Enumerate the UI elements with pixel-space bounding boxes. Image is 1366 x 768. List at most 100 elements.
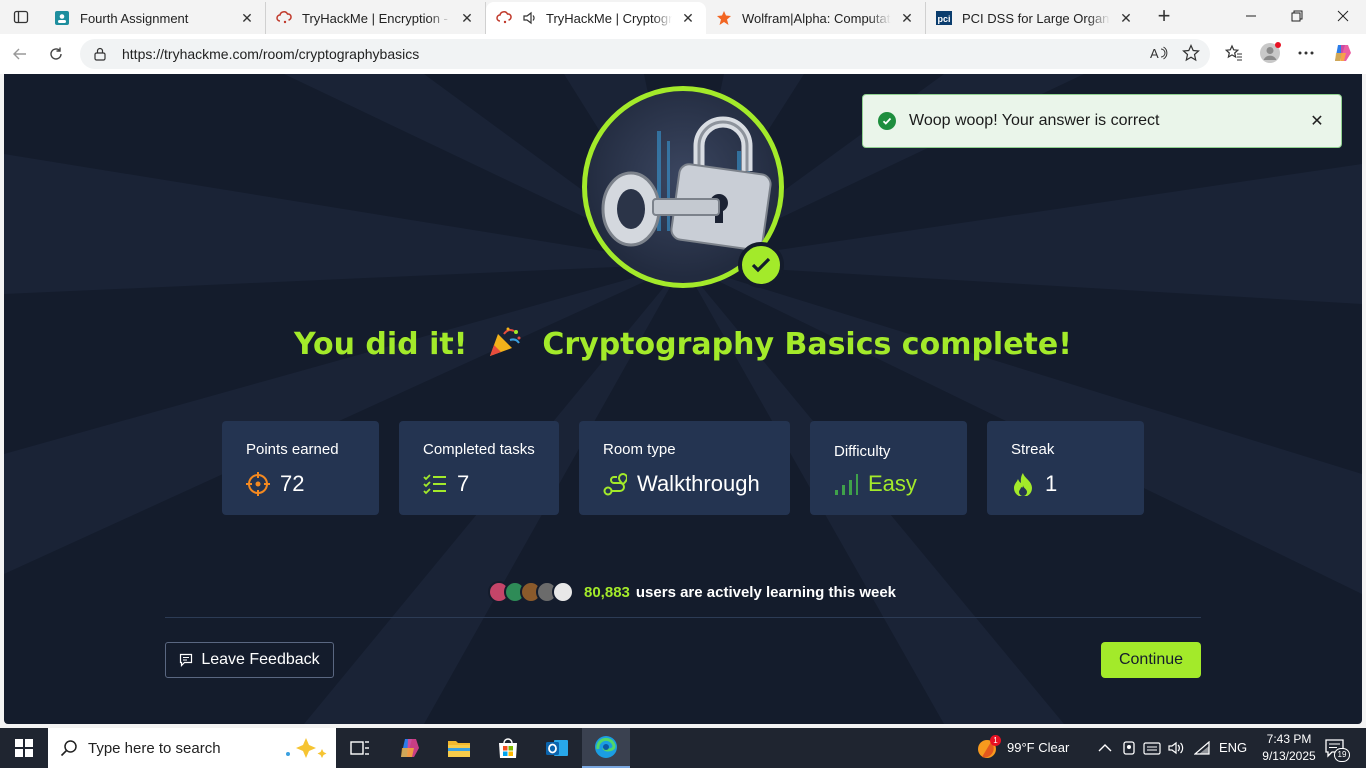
divider <box>165 617 1201 618</box>
windows-logo-icon <box>15 739 33 757</box>
completed-check-icon <box>738 242 784 288</box>
edge-browser-icon[interactable] <box>582 728 630 768</box>
tab-wolfram[interactable]: Wolfram|Alpha: Computationa ✕ <box>706 2 926 34</box>
signal-bars-icon <box>834 472 858 496</box>
favorite-star-icon[interactable] <box>1180 42 1202 64</box>
favorites-icon[interactable] <box>1223 42 1245 64</box>
continue-button[interactable]: Continue <box>1101 642 1201 678</box>
new-tab-button[interactable]: + <box>1152 3 1176 28</box>
stat-label: Completed tasks <box>423 441 535 458</box>
browser-toolbar: https://tryhackme.com/room/cryptographyb… <box>0 34 1366 74</box>
tab-cryptography-active[interactable]: TryHackMe | Cryptograph ✕ <box>486 2 706 34</box>
pci-icon: pci <box>936 10 952 26</box>
clock-time: 7:43 PM <box>1266 732 1312 746</box>
leave-feedback-button[interactable]: Leave Feedback <box>165 642 334 678</box>
profile-avatar-icon[interactable] <box>1259 42 1281 64</box>
meet-now-icon[interactable] <box>1119 738 1139 758</box>
active-learners: 80,883 users are actively learning this … <box>488 580 896 604</box>
microsoft-store-icon[interactable] <box>484 728 532 768</box>
clock-date: 9/13/2025 <box>1262 749 1316 763</box>
address-bar[interactable]: https://tryhackme.com/room/cryptographyb… <box>80 39 1210 69</box>
headline-start: You did it! <box>294 327 468 362</box>
feedback-icon <box>179 653 193 667</box>
stat-room-type: Room type Walkthrough <box>579 421 790 515</box>
success-toast: Woop woop! Your answer is correct ✕ <box>862 94 1342 148</box>
outlook-icon[interactable] <box>533 728 581 768</box>
tryhackme-icon <box>276 10 292 26</box>
stat-value-row: 1 <box>1011 471 1057 497</box>
volume-icon[interactable] <box>1166 738 1186 758</box>
stat-value-row: 7 <box>423 471 469 497</box>
tab-title: TryHackMe | Encryption - Cryp <box>302 10 451 26</box>
clock[interactable]: 7:43 PM 9/13/2025 <box>1258 731 1320 765</box>
stat-value: 7 <box>457 471 470 496</box>
language-indicator[interactable]: ENG <box>1219 740 1247 755</box>
copilot-app-icon[interactable] <box>386 728 434 768</box>
checklist-icon <box>423 472 447 496</box>
taskbar: Type here to search 1 99°F Clear ENG 7:4… <box>0 728 1366 768</box>
classroom-icon <box>54 10 70 26</box>
copilot-icon[interactable] <box>1332 42 1354 64</box>
show-hidden-icons-icon[interactable] <box>1095 738 1115 758</box>
close-tab-icon[interactable]: ✕ <box>680 10 696 26</box>
stat-value-row: Walkthrough <box>603 471 760 497</box>
close-tab-icon[interactable]: ✕ <box>239 10 255 26</box>
feedback-label: Leave Feedback <box>201 651 320 668</box>
weather-alert-badge: 1 <box>990 735 1001 746</box>
back-button[interactable] <box>8 42 32 66</box>
stat-streak: Streak 1 <box>987 421 1144 515</box>
tab-title: TryHackMe | Cryptograph <box>546 10 672 26</box>
completion-headline: You did it! Cryptography Basics complete… <box>4 326 1362 366</box>
target-icon <box>246 472 270 496</box>
tryhackme-icon <box>496 10 512 26</box>
stat-label: Room type <box>603 441 676 458</box>
file-explorer-icon[interactable] <box>435 728 483 768</box>
party-popper-icon <box>488 326 522 366</box>
headline-end: Cryptography Basics complete! <box>542 327 1072 362</box>
wifi-icon[interactable] <box>1192 738 1212 758</box>
stat-value-row: 72 <box>246 471 304 497</box>
tab-fourth-assignment[interactable]: Fourth Assignment ✕ <box>44 2 266 34</box>
stat-value: 72 <box>280 471 305 496</box>
minimize-button[interactable] <box>1228 0 1274 32</box>
wolfram-icon <box>716 10 732 26</box>
start-button[interactable] <box>0 728 48 768</box>
more-options-icon[interactable] <box>1295 42 1317 64</box>
ime-icon[interactable] <box>1142 738 1162 758</box>
close-tab-icon[interactable]: ✕ <box>459 10 475 26</box>
toast-message: Woop woop! Your answer is correct <box>909 112 1160 129</box>
taskbar-search-box[interactable]: Type here to search <box>48 728 336 768</box>
stat-value: 1 <box>1045 471 1058 496</box>
speaker-icon[interactable] <box>522 10 538 26</box>
close-tab-icon[interactable]: ✕ <box>899 10 915 26</box>
task-view-icon[interactable] <box>336 728 384 768</box>
stat-label: Points earned <box>246 441 339 458</box>
svg-text:A: A <box>1150 46 1159 61</box>
learner-text: users are actively learning this week <box>635 583 897 601</box>
site-info-icon[interactable] <box>92 46 108 62</box>
stat-completed-tasks: Completed tasks 7 <box>399 421 559 515</box>
refresh-button[interactable] <box>44 42 68 66</box>
stat-value-row: Easy <box>834 471 917 497</box>
tab-actions-icon[interactable] <box>10 6 32 28</box>
stat-value: Easy <box>868 471 917 496</box>
read-aloud-icon[interactable]: A <box>1148 42 1170 64</box>
tab-encryption[interactable]: TryHackMe | Encryption - Cryp ✕ <box>266 2 486 34</box>
weather-text: 99°F Clear <box>1007 740 1070 755</box>
room-complete-page: Woop woop! Your answer is correct ✕ You … <box>4 74 1362 724</box>
close-toast-icon[interactable]: ✕ <box>1307 111 1327 131</box>
stat-points-earned: Points earned 72 <box>222 421 379 515</box>
stat-label: Difficulty <box>834 443 891 460</box>
tab-strip: Fourth Assignment ✕ TryHackMe | Encrypti… <box>0 0 1366 34</box>
stat-difficulty: Difficulty Easy <box>810 421 967 515</box>
tab-title: Wolfram|Alpha: Computationa <box>742 10 891 26</box>
close-tab-icon[interactable]: ✕ <box>1118 10 1134 26</box>
close-window-button[interactable] <box>1320 0 1366 32</box>
tab-title: PCI DSS for Large Organizatio <box>962 10 1110 26</box>
tab-pci-dss[interactable]: pci PCI DSS for Large Organizatio ✕ <box>926 2 1144 34</box>
notification-count-badge: 19 <box>1334 748 1350 762</box>
svg-text:pci: pci <box>938 14 951 24</box>
restore-button[interactable] <box>1274 0 1320 32</box>
search-icon <box>60 739 78 757</box>
route-icon <box>603 472 627 496</box>
